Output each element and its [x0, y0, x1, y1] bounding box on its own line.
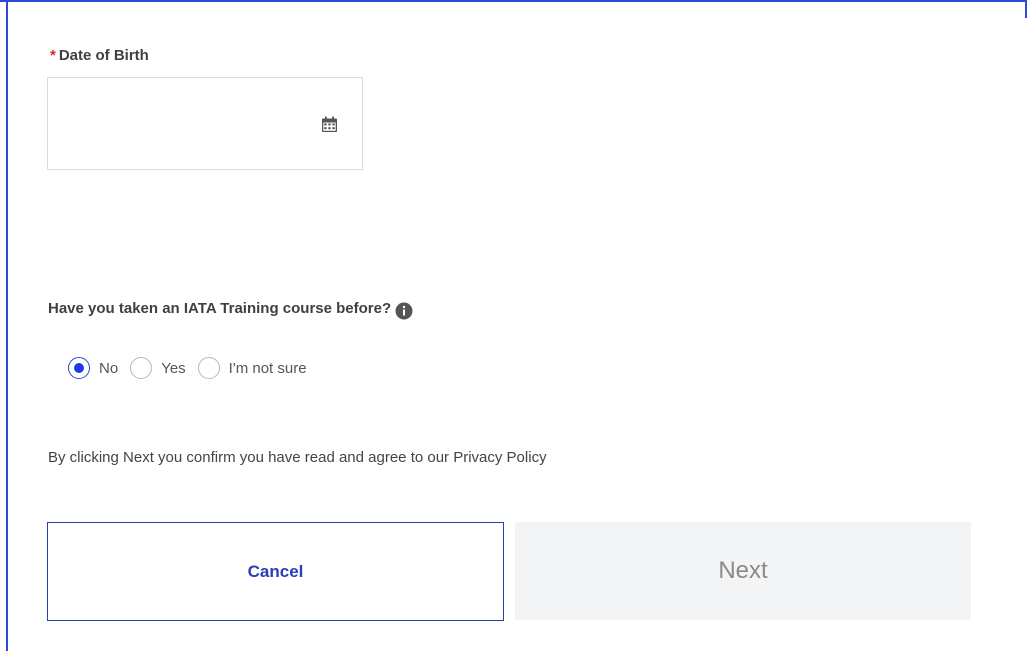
info-icon[interactable] [395, 302, 413, 320]
cancel-button[interactable]: Cancel [47, 522, 504, 621]
calendar-icon[interactable] [321, 116, 338, 133]
radio-not-sure-label: I'm not sure [228, 359, 307, 377]
form-panel: * Date of Birth Have you taken an IATA Tr… [0, 0, 1027, 651]
focus-border-left [6, 0, 8, 651]
dob-field[interactable] [47, 77, 363, 170]
focus-border-top [0, 0, 1027, 2]
next-button[interactable]: Next [515, 522, 971, 620]
privacy-consent-text: By clicking Next you confirm you have re… [48, 449, 547, 466]
radio-option-no[interactable]: No [68, 357, 118, 379]
training-radio-group: No Yes I'm not sure [68, 357, 319, 379]
radio-yes-label: Yes [161, 359, 186, 377]
training-question: Have you taken an IATA Training course b… [48, 300, 413, 320]
dob-label: * Date of Birth [50, 47, 149, 64]
radio-no-label: No [99, 359, 119, 377]
radio-no[interactable] [68, 357, 90, 379]
training-question-label: Have you taken an IATA Training course b… [48, 300, 392, 317]
dob-label-text: Date of Birth [58, 47, 149, 64]
radio-yes[interactable] [130, 357, 153, 379]
radio-option-not-sure[interactable]: I'm not sure [197, 357, 307, 379]
required-marker: * [50, 47, 56, 64]
radio-option-yes[interactable]: Yes [130, 357, 186, 379]
dob-input[interactable] [48, 78, 308, 169]
radio-not-sure[interactable] [197, 357, 220, 379]
